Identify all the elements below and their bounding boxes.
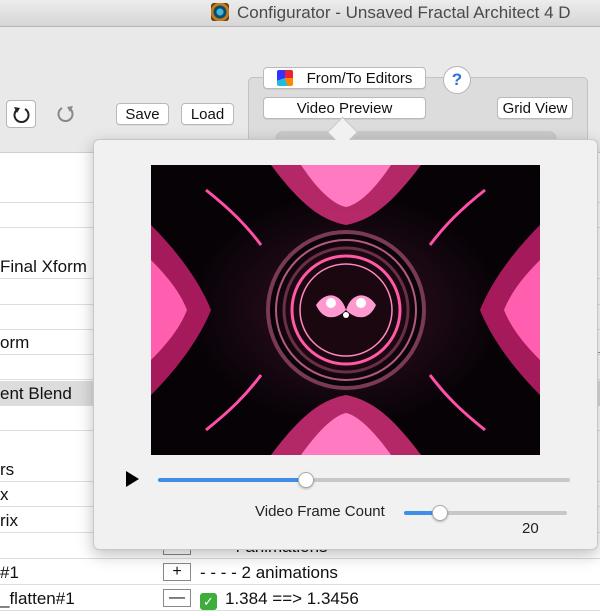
collapse-button[interactable]: — <box>163 589 191 607</box>
undo-button[interactable] <box>6 100 36 128</box>
undo-icon <box>13 107 30 123</box>
play-icon[interactable] <box>126 471 139 487</box>
video-frame-count-value: 20 <box>522 520 539 537</box>
row-label: x <box>0 485 9 504</box>
row-label: rs <box>0 460 15 479</box>
from-to-editors-button[interactable]: From/To Editors <box>263 67 426 89</box>
playback-slider-fill <box>158 478 307 482</box>
value-change: ✓ 1.384 ==> 1.3456 <box>200 586 359 611</box>
redo-button[interactable] <box>50 100 80 128</box>
fractal-app-icon <box>211 3 229 21</box>
title-bar: Configurator - Unsaved Fractal Architect… <box>0 0 600 27</box>
load-button[interactable]: Load <box>181 103 234 125</box>
animation-count: - - - - 2 animations <box>200 563 338 582</box>
video-frame-count-label: Video Frame Count <box>255 503 385 520</box>
video-preview-button[interactable]: Video Preview <box>263 97 426 119</box>
table-row[interactable]: _flatten#1 — ✓ 1.384 ==> 1.3456 <box>0 586 600 611</box>
window-title: Configurator - Unsaved Fractal Architect… <box>237 3 571 22</box>
help-button[interactable]: ? <box>443 66 471 94</box>
table-row[interactable]: #1 + - - - - 2 animations <box>0 560 600 585</box>
frame-count-slider-track[interactable] <box>404 511 567 515</box>
expand-button[interactable]: + <box>163 563 191 581</box>
grid-view-button[interactable]: Grid View <box>497 97 573 119</box>
video-preview-frame <box>151 165 540 455</box>
save-button[interactable]: Save <box>116 103 169 125</box>
redo-icon <box>57 106 74 122</box>
row-label: _flatten#1 <box>0 589 75 608</box>
playback-slider-track[interactable] <box>158 478 570 482</box>
checkmark-icon: ✓ <box>200 593 217 610</box>
row-label: ent Blend <box>0 384 72 403</box>
row-label: Final Xform <box>0 257 87 276</box>
row-label: rix <box>0 511 18 530</box>
row-label: #1 <box>0 563 19 582</box>
fractal-image <box>151 165 540 455</box>
row-label: orm <box>0 333 30 352</box>
value-change-text: 1.384 ==> 1.3456 <box>225 589 359 608</box>
frame-count-slider-knob[interactable] <box>431 505 448 521</box>
from-to-editors-label: From/To Editors <box>306 70 413 87</box>
editors-icon <box>276 70 293 86</box>
